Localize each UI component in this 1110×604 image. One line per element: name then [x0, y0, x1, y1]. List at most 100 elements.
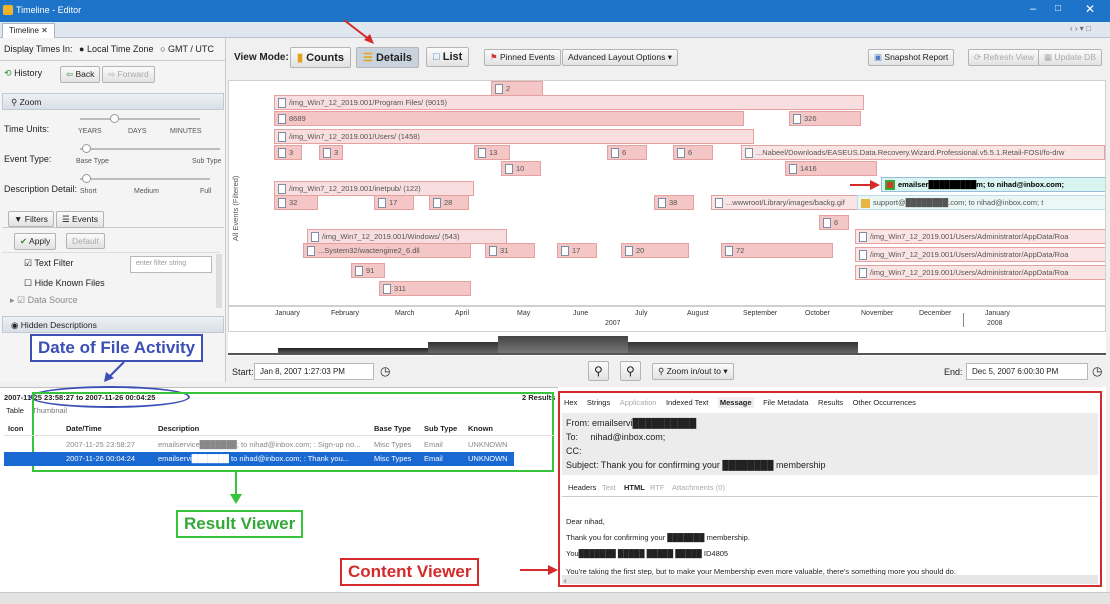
event-box[interactable]: 32	[274, 195, 318, 210]
filter-scrollbar[interactable]	[216, 254, 222, 308]
tab-other-occurrences[interactable]: Other Occurrences	[853, 398, 916, 407]
checkbox-icon[interactable]: ☐	[24, 278, 32, 288]
event-type-slider[interactable]	[80, 148, 220, 150]
tab-indexed-text[interactable]: Indexed Text	[666, 398, 708, 407]
event-box[interactable]: 72	[721, 243, 833, 258]
event-box[interactable]: 17	[374, 195, 414, 210]
start-date-field[interactable]: Jan 8, 2007 1:27:03 PM	[254, 363, 374, 380]
timeline-details-view[interactable]: All Events (Filtered) 2 /img_Win7_12_201…	[228, 80, 1106, 306]
advanced-layout-button[interactable]: Advanced Layout Options ▾	[562, 49, 678, 66]
table-row-selected[interactable]: 2007-11-26 00:04:24 emailservi███████ to…	[4, 452, 514, 466]
zoom-header[interactable]: ⚲ Zoom	[2, 93, 224, 110]
forward-button[interactable]: ⇨ Forward	[102, 66, 155, 83]
desc-detail-slider[interactable]	[80, 178, 210, 180]
col-sub-type[interactable]: Sub Type	[424, 422, 457, 436]
minimize-button[interactable]: –	[1030, 3, 1036, 15]
group-box[interactable]: /img_Win7_12_2019.001/Windows/ (543)	[307, 229, 507, 244]
event-box-path[interactable]: /img_Win7_12_2019.001/Users/Administrato…	[855, 247, 1105, 262]
email-event[interactable]: support@████████.com; to nihad@inbox.com…	[857, 195, 1105, 210]
checkbox-checked-icon[interactable]: ☑	[24, 258, 32, 268]
event-box[interactable]: 28	[429, 195, 469, 210]
local-tz-label[interactable]: Local Time Zone	[87, 44, 154, 54]
group-box[interactable]: /img_Win7_12_2019.001/inetpub/ (122)	[274, 181, 474, 196]
scroll-left-icon[interactable]: ‹	[564, 578, 566, 585]
tab-strings[interactable]: Strings	[587, 398, 610, 407]
col-icon[interactable]: Icon	[8, 422, 23, 436]
event-box-path[interactable]: ...System32/wactengine2_6.dll	[303, 243, 471, 258]
event-box[interactable]: 8689	[274, 111, 744, 126]
close-button[interactable]: ✕	[1085, 2, 1095, 16]
tab-nav-icons[interactable]: ‹ › ▾ □	[1070, 24, 1091, 33]
event-box[interactable]: 17	[557, 243, 597, 258]
event-type-knob[interactable]	[82, 144, 91, 153]
event-box[interactable]: 31	[485, 243, 535, 258]
navigation-histogram[interactable]	[228, 332, 1106, 356]
email-event-selected[interactable]: emailser█████████m; to nihad@inbox.com;	[881, 177, 1105, 192]
gmt-radio[interactable]: ○	[160, 44, 165, 54]
horizontal-scrollbar[interactable]: ‹	[562, 575, 1098, 585]
details-button[interactable]: ☰ Details	[356, 47, 420, 68]
tab-table[interactable]: Table	[6, 406, 24, 415]
desc-detail-knob[interactable]	[82, 174, 91, 183]
update-db-button[interactable]: ▦ Update DB	[1038, 49, 1102, 66]
table-row[interactable]: 2007-11-25 23:58:27 emailservice███████;…	[4, 438, 514, 452]
zoom-out-button[interactable]: ⚲	[588, 361, 609, 381]
group-box[interactable]: /img_Win7_12_2019.001/Program Files/ (90…	[274, 95, 864, 110]
event-box-path[interactable]: /img_Win7_12_2019.001/Users/Administrato…	[855, 265, 1105, 280]
tab-results[interactable]: Results	[818, 398, 843, 407]
data-source-row[interactable]: ▸ ☑ Data Source	[10, 295, 78, 306]
col-known[interactable]: Known	[468, 422, 493, 436]
event-box-path[interactable]: /img_Win7_12_2019.001/Users/Administrato…	[855, 229, 1105, 244]
tab-filters[interactable]: ▼ Filters	[8, 211, 54, 227]
tab-rtf[interactable]: RTF	[650, 483, 664, 492]
tab-message[interactable]: Message	[717, 397, 754, 408]
event-box[interactable]: 3	[274, 145, 302, 160]
time-units-slider[interactable]	[80, 118, 200, 120]
event-box[interactable]: 20	[621, 243, 689, 258]
tab-application[interactable]: Application	[620, 398, 657, 407]
text-filter-row[interactable]: ☑ Text Filter	[24, 258, 73, 269]
event-box[interactable]: 6	[673, 145, 713, 160]
maximize-button[interactable]: □	[1055, 3, 1061, 14]
local-tz-radio[interactable]: ●	[79, 44, 84, 54]
time-units-knob[interactable]	[110, 114, 119, 123]
end-date-field[interactable]: Dec 5, 2007 6:00:30 PM	[966, 363, 1088, 380]
event-box[interactable]: 1416	[785, 161, 877, 176]
refresh-view-button[interactable]: ⟳ Refresh View	[968, 49, 1040, 66]
back-button[interactable]: ⇦ Back	[60, 66, 101, 83]
default-button[interactable]: Default	[66, 233, 105, 249]
event-box[interactable]: 10	[501, 161, 541, 176]
group-box[interactable]: /img_Win7_12_2019.001/Users/ (1458)	[274, 129, 754, 144]
close-tab-icon[interactable]: ✕	[41, 26, 48, 35]
tab-file-metadata[interactable]: File Metadata	[763, 398, 808, 407]
event-box[interactable]: 326	[789, 111, 861, 126]
counts-button[interactable]: ▮ Counts	[290, 47, 352, 68]
hide-known-row[interactable]: ☐ Hide Known Files	[24, 278, 105, 289]
event-box[interactable]: 6	[819, 215, 849, 230]
event-box[interactable]: 3	[319, 145, 343, 160]
tab-headers[interactable]: Headers	[568, 483, 596, 492]
event-box[interactable]: 2	[491, 81, 543, 96]
zoom-in-button[interactable]: ⚲	[620, 361, 641, 381]
tab-text[interactable]: Text	[602, 483, 616, 492]
tab-timeline[interactable]: Timeline ✕	[2, 23, 55, 38]
pinned-events-button[interactable]: ⚑ Pinned Events	[484, 49, 561, 66]
event-box-path[interactable]: ...wwwroot/Library/images/backg.gif	[711, 195, 875, 210]
event-box[interactable]: 13	[474, 145, 510, 160]
snapshot-report-button[interactable]: ▣ Snapshot Report	[868, 49, 955, 66]
gmt-label[interactable]: GMT / UTC	[168, 44, 214, 54]
tab-attachments[interactable]: Attachments (0)	[672, 483, 725, 492]
hidden-desc-header[interactable]: ◉ Hidden Descriptions	[2, 316, 224, 333]
expand-arrow-icon[interactable]: ▸	[10, 295, 15, 305]
list-button[interactable]: □ List	[426, 47, 470, 67]
col-base-type[interactable]: Base Type	[374, 422, 411, 436]
clock-icon[interactable]: ◷	[380, 364, 390, 378]
apply-button[interactable]: ✔ Apply	[14, 233, 57, 250]
event-box[interactable]: 6	[607, 145, 647, 160]
tab-events[interactable]: ☰ Events	[56, 211, 104, 228]
event-box[interactable]: 91	[351, 263, 385, 278]
event-box[interactable]: 38	[654, 195, 694, 210]
col-datetime[interactable]: Date/Time	[66, 422, 102, 436]
zoom-dropdown[interactable]: ⚲ Zoom in/out to ▾	[652, 363, 734, 380]
text-filter-input[interactable]: enter filter string	[130, 256, 212, 273]
